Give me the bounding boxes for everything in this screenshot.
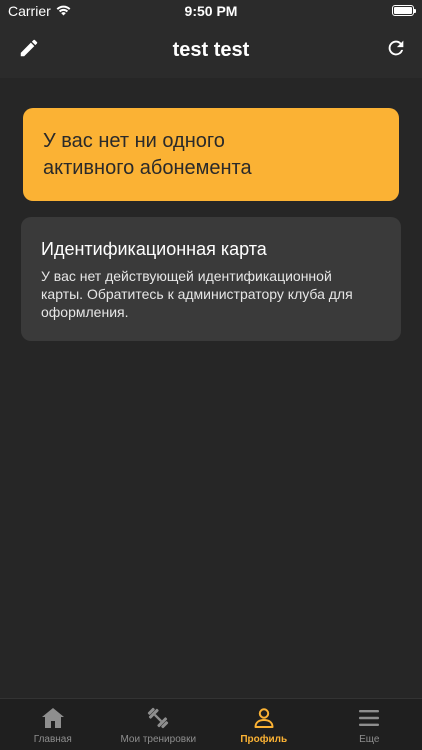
status-time: 9:50 PM — [184, 3, 238, 19]
no-subscription-alert: У вас нет ни одного активного абонемента — [23, 108, 399, 201]
battery-icon — [392, 5, 416, 16]
app-screen: Carrier 9:50 PM test test У вас нет ни о… — [0, 0, 422, 750]
id-card-text-line-1: У вас нет действующей идентификационной — [41, 268, 332, 284]
alert-line-1: У вас нет ни одного — [43, 130, 225, 152]
tab-more[interactable]: Еще — [317, 699, 422, 750]
tab-home[interactable]: Главная — [0, 699, 106, 750]
dumbbell-icon — [145, 706, 171, 730]
tab-profile[interactable]: Профиль — [211, 699, 317, 750]
refresh-button[interactable] — [380, 34, 412, 66]
tab-home-label: Главная — [33, 734, 72, 745]
edit-button[interactable] — [13, 34, 45, 66]
tab-bar: Главная Мои тренировки Профиль Еще — [0, 698, 422, 750]
status-bar: Carrier 9:50 PM — [0, 0, 422, 22]
nav-bar: test test — [0, 22, 422, 78]
refresh-icon — [385, 37, 407, 64]
alert-line-2: активного абонемента — [43, 157, 252, 179]
profile-icon — [251, 706, 277, 730]
menu-icon — [356, 706, 382, 730]
tab-profile-label: Профиль — [240, 734, 288, 745]
page-title: test test — [172, 39, 250, 61]
tab-workouts[interactable]: Мои тренировки — [106, 699, 212, 750]
home-icon — [40, 706, 66, 730]
id-card-title: Идентификационная карта — [41, 239, 267, 259]
id-card-panel: Идентификационная карта У вас нет действ… — [21, 217, 401, 341]
id-card-text-line-2: карты. Обратитесь к администратору клуба… — [41, 286, 353, 302]
id-card-description: У вас нет действующей идентификационной … — [41, 267, 381, 321]
id-card-text-line-3: оформления. — [41, 304, 129, 320]
pencil-icon — [18, 37, 40, 64]
tab-workouts-label: Мои тренировки — [120, 734, 197, 745]
tab-more-label: Еще — [359, 734, 380, 745]
